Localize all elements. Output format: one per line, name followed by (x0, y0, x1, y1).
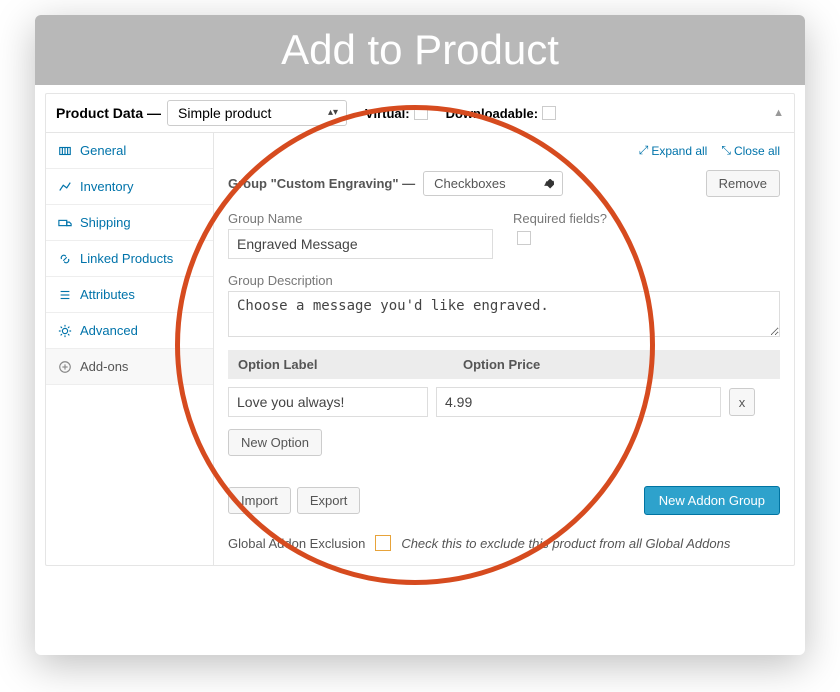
chart-icon (58, 180, 72, 194)
sidebar-item-label: Inventory (80, 179, 133, 194)
close-all-link[interactable]: ⤡Close all (721, 143, 780, 158)
group-desc-label: Group Description (228, 273, 780, 288)
option-header: Option Label Option Price (228, 350, 780, 379)
panel-header: Product Data — Simple product ▴▾ Virtual… (46, 94, 794, 133)
product-data-panel: Product Data — Simple product ▴▾ Virtual… (45, 93, 795, 566)
new-addon-group-button[interactable]: New Addon Group (644, 486, 780, 515)
downloadable-checkbox[interactable] (542, 106, 556, 120)
wrench-icon (58, 144, 72, 158)
window-frame: Add to Product Product Data — Simple pro… (35, 15, 805, 655)
sidebar-item-addons[interactable]: Add-ons (46, 349, 213, 385)
content-area: ⤢Expand all ⤡Close all Group "Custom Eng… (214, 133, 794, 565)
option-label-head: Option Label (238, 357, 463, 372)
option-price-input[interactable] (436, 387, 721, 417)
collapse-icon: ⤡ (721, 143, 731, 158)
sidebar-item-label: Shipping (80, 215, 131, 230)
option-row: x (228, 387, 780, 417)
group-name-input[interactable] (228, 229, 493, 259)
group-desc-block: Group Description (228, 273, 780, 340)
sidebar-item-label: General (80, 143, 126, 158)
product-data-label: Product Data — (56, 105, 161, 121)
virtual-label: Virtual: (365, 106, 410, 121)
name-required-row: Group Name Required fields? (228, 211, 780, 259)
sidebar-item-label: Attributes (80, 287, 135, 302)
panel-body: General Inventory Shipping Linked Produc… (46, 133, 794, 565)
plus-circle-icon (58, 360, 72, 374)
list-icon (58, 288, 72, 302)
sidebar-item-attributes[interactable]: Attributes (46, 277, 213, 313)
group-type-select[interactable]: Checkboxes ▴▾ (423, 171, 563, 196)
expand-collapse-row: ⤢Expand all ⤡Close all (228, 143, 780, 158)
option-label-input[interactable] (228, 387, 428, 417)
group-name-label: Group Name (228, 211, 493, 226)
group-type-value: Checkboxes (434, 176, 506, 191)
exclusion-checkbox[interactable] (375, 535, 391, 551)
export-button[interactable]: Export (297, 487, 361, 514)
option-price-head: Option Price (463, 357, 540, 372)
footer-row: Import Export New Addon Group (228, 486, 780, 515)
group-title: Group "Custom Engraving" — (228, 176, 415, 191)
sidebar-item-inventory[interactable]: Inventory (46, 169, 213, 205)
exclusion-row: Global Addon Exclusion Check this to exc… (228, 535, 780, 551)
remove-group-button[interactable]: Remove (706, 170, 780, 197)
sidebar-item-linked[interactable]: Linked Products (46, 241, 213, 277)
banner: Add to Product (35, 15, 805, 85)
banner-title: Add to Product (281, 26, 559, 74)
truck-icon (58, 216, 72, 230)
group-header-row: Group "Custom Engraving" — Checkboxes ▴▾… (228, 170, 780, 197)
sidebar-item-shipping[interactable]: Shipping (46, 205, 213, 241)
exclusion-label: Global Addon Exclusion (228, 536, 365, 551)
product-type-select[interactable]: Simple product ▴▾ (167, 100, 347, 126)
expand-icon: ⤢ (639, 143, 649, 158)
sidebar-item-label: Advanced (80, 323, 138, 338)
sidebar-item-advanced[interactable]: Advanced (46, 313, 213, 349)
group-desc-input[interactable] (228, 291, 780, 337)
product-type-value: Simple product (178, 105, 271, 121)
collapse-toggle[interactable]: ▲ (773, 107, 784, 119)
required-fields-label: Required fields? (513, 211, 653, 226)
sidebar: General Inventory Shipping Linked Produc… (46, 133, 214, 565)
updown-icon: ▴▾ (328, 108, 338, 118)
downloadable-label: Downloadable: (446, 106, 538, 121)
sidebar-item-label: Linked Products (80, 251, 173, 266)
new-option-button[interactable]: New Option (228, 429, 322, 456)
virtual-checkbox[interactable] (414, 106, 428, 120)
exclusion-hint: Check this to exclude this product from … (401, 536, 730, 551)
remove-option-button[interactable]: x (729, 388, 755, 416)
expand-all-link[interactable]: ⤢Expand all (639, 143, 708, 158)
updown-icon: ▴▾ (544, 179, 554, 189)
sidebar-item-label: Add-ons (80, 359, 128, 374)
sidebar-item-general[interactable]: General (46, 133, 213, 169)
required-fields-checkbox[interactable] (517, 231, 531, 245)
link-icon (58, 252, 72, 266)
import-button[interactable]: Import (228, 487, 291, 514)
gear-icon (58, 324, 72, 338)
